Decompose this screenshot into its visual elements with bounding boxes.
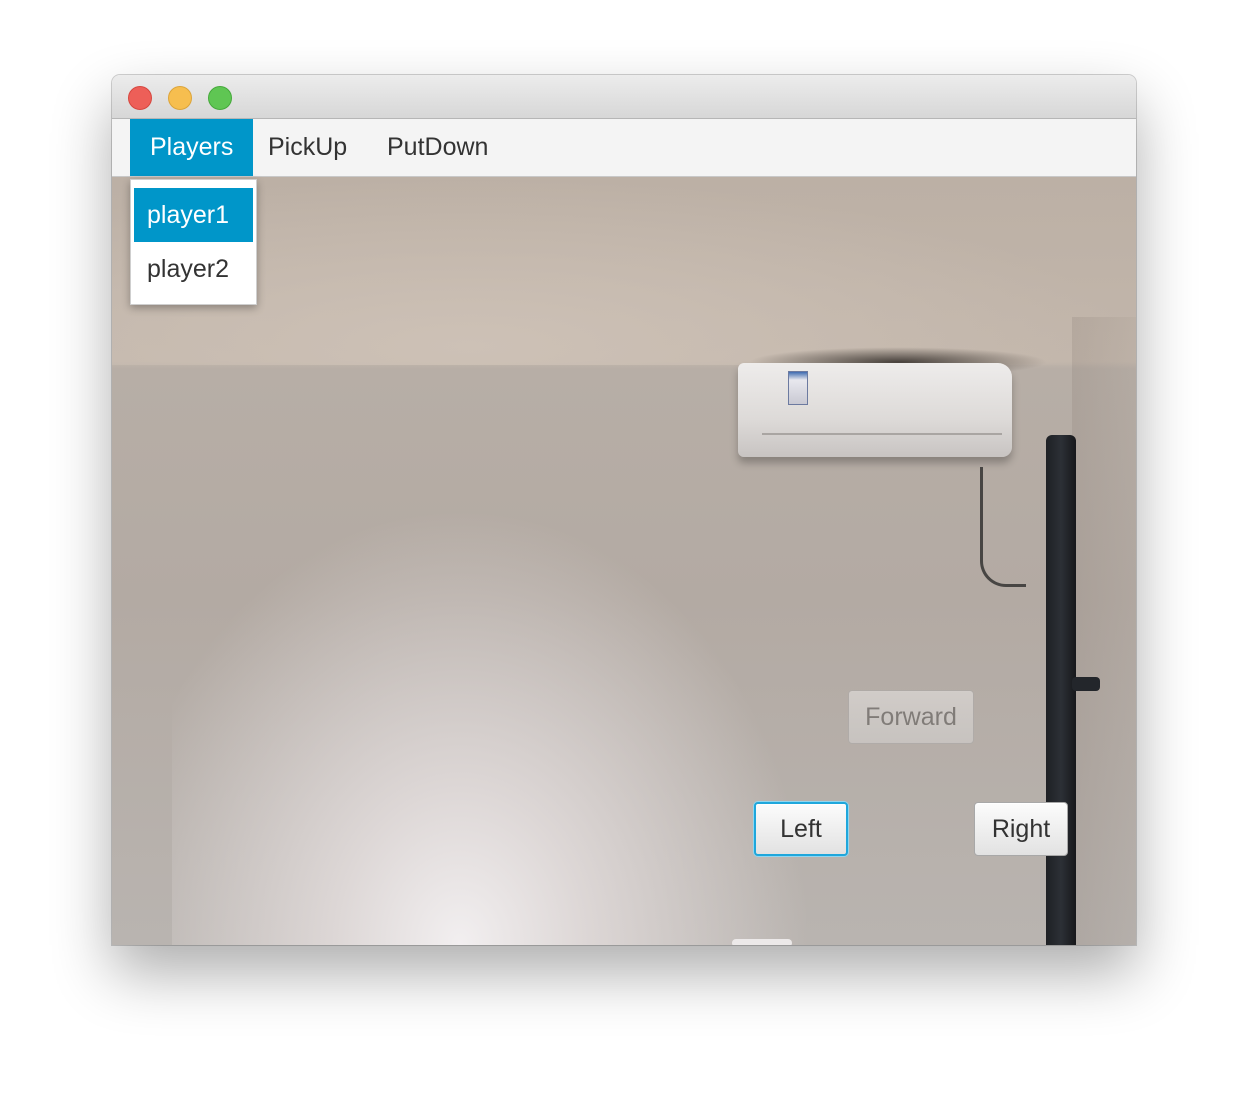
- right-button[interactable]: Right: [974, 802, 1068, 856]
- air-conditioner-sticker: [788, 371, 808, 405]
- menu-item-player1[interactable]: player1: [134, 188, 253, 242]
- menu-putdown[interactable]: PutDown: [367, 119, 508, 176]
- minimize-window-icon[interactable]: [168, 86, 192, 110]
- title-bar: [112, 75, 1136, 119]
- menu-players[interactable]: Players: [130, 119, 254, 176]
- wall-corner: [1072, 317, 1136, 945]
- ceiling-area: [112, 177, 1136, 365]
- hanging-cable: [980, 467, 1026, 587]
- menu-pickup[interactable]: PickUp: [248, 119, 367, 176]
- zoom-window-icon[interactable]: [208, 86, 232, 110]
- air-conditioner: [738, 363, 1012, 457]
- air-conditioner-vent: [762, 433, 1002, 443]
- wall-light-spot: [172, 507, 812, 945]
- left-button[interactable]: Left: [754, 802, 848, 856]
- black-pipe: [1046, 435, 1076, 945]
- players-dropdown: player1 player2: [130, 179, 257, 305]
- floor-object: [732, 939, 792, 945]
- forward-button[interactable]: Forward: [848, 690, 974, 744]
- menu-item-player2[interactable]: player2: [134, 242, 253, 296]
- menu-bar: Players PickUp PutDown: [112, 119, 1136, 177]
- pipe-clip: [1072, 677, 1100, 691]
- close-window-icon[interactable]: [128, 86, 152, 110]
